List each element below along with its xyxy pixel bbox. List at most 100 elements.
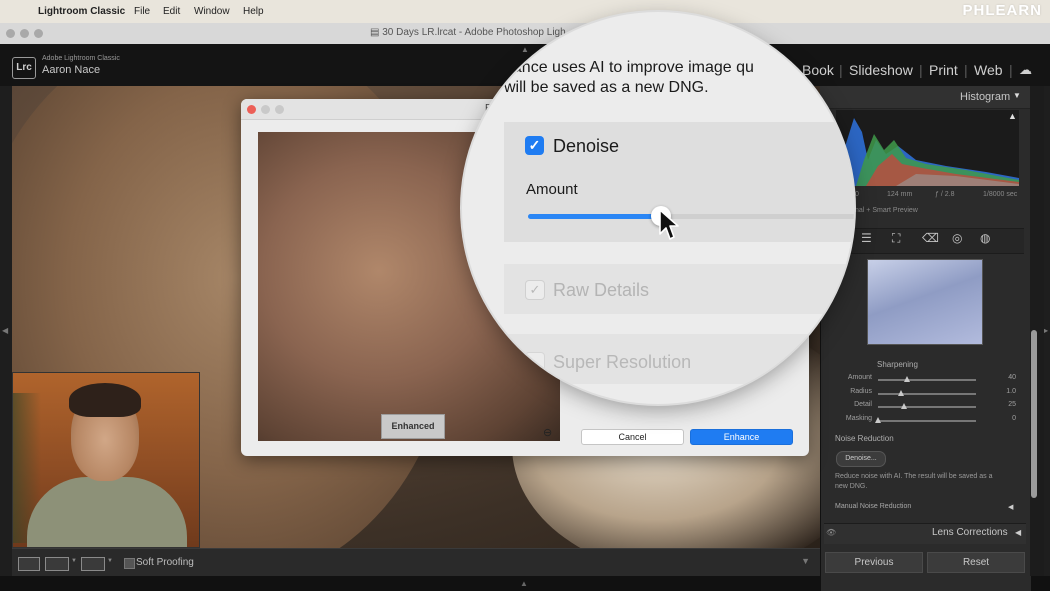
- window-zoom-button[interactable]: [34, 29, 43, 38]
- enhanced-preview-badge[interactable]: Enhanced: [381, 414, 445, 439]
- highlight-clipping-icon[interactable]: ▲: [1008, 111, 1017, 121]
- eraser-icon[interactable]: ⌫: [922, 231, 939, 245]
- amount-label: Amount: [526, 181, 578, 198]
- sharpening-detail-slider-knob[interactable]: [901, 403, 908, 409]
- menu-edit[interactable]: Edit: [163, 6, 180, 17]
- sharpening-detail-value[interactable]: 25: [990, 401, 1016, 408]
- denoise-checkbox[interactable]: ✓: [525, 136, 544, 155]
- lens-corrections-expand-icon[interactable]: ◀: [1015, 528, 1021, 537]
- reset-button[interactable]: Reset: [927, 552, 1025, 573]
- sharpening-title: Sharpening: [877, 360, 918, 369]
- previous-button[interactable]: Previous: [825, 552, 923, 573]
- sharpening-amount-value[interactable]: 40: [990, 374, 1016, 381]
- compare-dropdown-icon[interactable]: ▼: [71, 558, 77, 564]
- window-title-text: 30 Days LR.lrcat - Adobe Photoshop Ligh: [382, 27, 566, 38]
- window-title: ▤ 30 Days LR.lrcat - Adobe Photoshop Lig…: [370, 27, 566, 38]
- sharpening-amount-slider-knob[interactable]: [904, 376, 911, 382]
- crop-icon[interactable]: ⛶: [892, 231, 900, 246]
- soft-proofing-label: Soft Proofing: [136, 557, 194, 568]
- module-separator: |: [1009, 62, 1013, 78]
- histogram-title: Histogram: [960, 91, 1011, 103]
- catalog-file-icon: ▤: [370, 27, 383, 38]
- menu-file[interactable]: File: [134, 6, 150, 17]
- phlearn-watermark: PHLEARN: [962, 2, 1042, 19]
- raw-details-label: Raw Details: [553, 280, 650, 300]
- smart-preview-note: nal + Smart Preview: [855, 207, 918, 214]
- window-close-button[interactable]: [6, 29, 15, 38]
- noise-reduction-title: Noise Reduction: [835, 434, 894, 443]
- masking-icon[interactable]: ◍: [980, 231, 990, 245]
- lr-app-name: Adobe Lightroom Classic: [42, 55, 120, 62]
- sharpening-radius-value[interactable]: 1.0: [990, 388, 1016, 395]
- hist-aperture: ƒ / 2.8: [935, 191, 955, 198]
- toolbar-menu-chevron-icon[interactable]: ▼: [801, 556, 810, 566]
- module-separator: |: [919, 62, 923, 78]
- sharpening-masking-label: Masking: [845, 414, 872, 422]
- lens-corrections-label: Lens Corrections: [932, 527, 1008, 538]
- webcam-person-hair: [69, 383, 141, 417]
- manual-noise-reduction-label[interactable]: Manual Noise Reduction: [835, 503, 911, 510]
- module-separator: |: [964, 62, 968, 78]
- magnified-description-line-2: will be saved as a new DNG.: [504, 79, 709, 96]
- menu-window[interactable]: Window: [194, 6, 230, 17]
- top-panel-toggle-icon[interactable]: ▲: [521, 45, 529, 54]
- redeye-icon[interactable]: ◎: [952, 231, 962, 245]
- module-web[interactable]: Web: [974, 62, 1003, 78]
- module-slideshow[interactable]: Slideshow: [849, 62, 913, 78]
- before-after-view-icon[interactable]: [81, 557, 105, 571]
- sharpening-detail-slider-track[interactable]: [878, 406, 976, 408]
- mac-menubar: Lightroom Classic File Edit Window Help …: [0, 0, 1050, 23]
- bottom-toolbar: ▼ ▼ Soft Proofing ▼: [12, 548, 820, 577]
- window-minimize-button[interactable]: [20, 29, 29, 38]
- amount-slider-fill: [528, 214, 661, 219]
- soft-proofing-checkbox[interactable]: [124, 558, 135, 569]
- raw-details-checkbox[interactable]: ✓: [525, 280, 545, 300]
- histogram-svg: [836, 118, 1019, 186]
- detail-preview-thumbnail[interactable]: [867, 259, 983, 345]
- sharpening-detail-label: Detail: [854, 401, 872, 408]
- denoise-label: Denoise: [553, 136, 620, 156]
- webcam-overlay: [12, 372, 200, 548]
- module-print[interactable]: Print: [929, 62, 958, 78]
- magnified-description: hance uses AI to improve image qu will b…: [504, 58, 854, 98]
- window-titlebar: ▤ 30 Days LR.lrcat - Adobe Photoshop Lig…: [0, 23, 1050, 45]
- super-resolution-checkbox[interactable]: [525, 352, 545, 372]
- dialog-close-button[interactable]: [247, 105, 256, 114]
- manual-noise-reduction-expand-icon[interactable]: ◀: [1008, 503, 1013, 511]
- lr-user-name[interactable]: Aaron Nace: [42, 64, 100, 76]
- histogram-graph: [836, 110, 1019, 186]
- before-after-dropdown-icon[interactable]: ▼: [107, 558, 113, 564]
- mouse-pointer-icon: [659, 209, 679, 240]
- menu-help[interactable]: Help: [243, 6, 264, 17]
- sharpening-amount-slider-track[interactable]: [878, 379, 976, 381]
- denoise-button[interactable]: Denoise...: [836, 451, 886, 467]
- super-resolution-label: Super Resolution: [553, 352, 692, 372]
- enhance-button[interactable]: Enhance: [690, 429, 793, 445]
- sharpening-masking-value[interactable]: 0: [990, 415, 1016, 422]
- zoom-out-icon[interactable]: ⊖: [543, 426, 552, 439]
- left-panel-toggle-icon[interactable]: ◀: [2, 326, 8, 335]
- cancel-button[interactable]: Cancel: [581, 429, 684, 445]
- hist-iso: 0: [855, 191, 859, 198]
- magnifier-callout: hance uses AI to improve image qu will b…: [462, 12, 854, 404]
- cloud-icon[interactable]: ☁: [1019, 62, 1032, 78]
- dialog-zoom-button[interactable]: [275, 105, 284, 114]
- sharpening-masking-slider-knob[interactable]: [875, 416, 881, 423]
- compare-view-icon[interactable]: [45, 557, 69, 571]
- hist-focal-length: 124 mm: [887, 191, 913, 198]
- edit-sliders-icon[interactable]: ☰: [861, 231, 872, 245]
- filmstrip-toggle-icon[interactable]: ▲: [520, 579, 528, 588]
- menu-app-name[interactable]: Lightroom Classic: [38, 6, 125, 17]
- sharpening-radius-label: Radius: [850, 387, 872, 395]
- webcam-person-body: [27, 477, 187, 547]
- right-panel-scroll-thumb[interactable]: [1031, 330, 1037, 498]
- lens-visibility-eye-icon[interactable]: 👁: [826, 528, 836, 537]
- sharpening-radius-slider-track[interactable]: [878, 392, 976, 395]
- lrc-logo: Lrc: [12, 57, 36, 79]
- histogram-collapse-icon[interactable]: ▼: [1013, 91, 1021, 100]
- hist-shutter: 1/8000 sec: [983, 191, 1018, 198]
- sharpening-masking-slider-track[interactable]: [878, 419, 976, 422]
- sharpening-radius-slider-knob[interactable]: [897, 389, 904, 396]
- dialog-minimize-button[interactable]: [261, 105, 270, 114]
- loupe-view-icon[interactable]: [18, 557, 40, 571]
